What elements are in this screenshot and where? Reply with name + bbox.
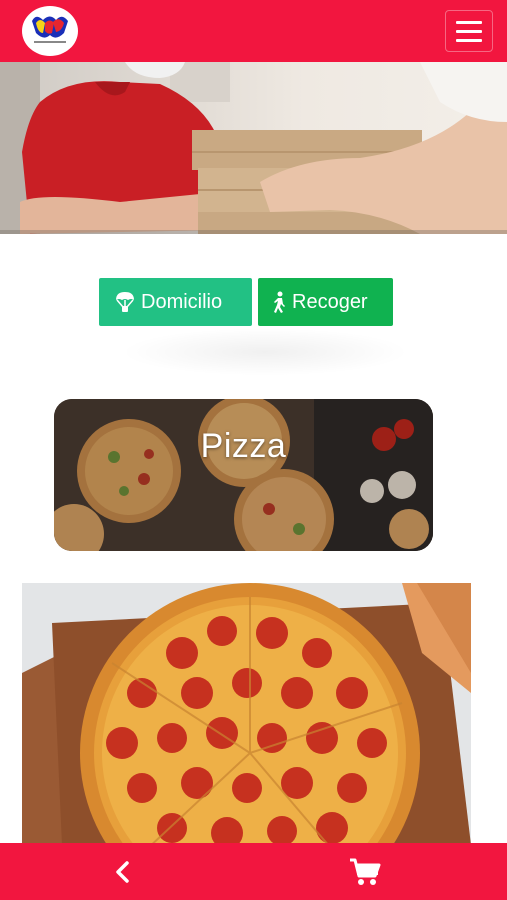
hero-image <box>0 62 507 234</box>
hamburger-menu-icon-bar <box>456 29 482 33</box>
pizza-image <box>22 583 471 845</box>
chevron-left-icon <box>116 861 129 883</box>
hamburger-menu-icon-bar <box>456 38 482 42</box>
category-title: Pizza <box>200 427 287 465</box>
bottom-nav-bar <box>0 843 507 900</box>
walking-person-icon <box>274 291 285 313</box>
recoger-label: Recoger <box>292 290 368 313</box>
hero-banner <box>0 62 507 234</box>
product-image-pepperoni-pizza[interactable] <box>22 583 471 845</box>
brand-logo[interactable] <box>22 6 78 56</box>
category-card-pizza[interactable]: Pizza <box>54 399 433 551</box>
category-background-image <box>54 399 433 551</box>
shopping-cart-icon <box>350 858 381 885</box>
buttons-shadow <box>120 328 410 376</box>
top-header <box>0 0 507 62</box>
menu-button[interactable] <box>445 10 493 52</box>
domicilio-button[interactable]: Domicilio <box>99 278 252 326</box>
back-button[interactable] <box>108 857 138 887</box>
parachute-icon <box>116 292 134 312</box>
domicilio-label: Domicilio <box>141 290 223 313</box>
recoger-button[interactable]: Recoger <box>258 278 393 326</box>
hamburger-menu-icon <box>456 20 482 24</box>
logo-graphic <box>32 16 68 43</box>
delivery-options: Domicilio Recoger <box>99 278 393 326</box>
cart-button[interactable] <box>349 857 381 887</box>
